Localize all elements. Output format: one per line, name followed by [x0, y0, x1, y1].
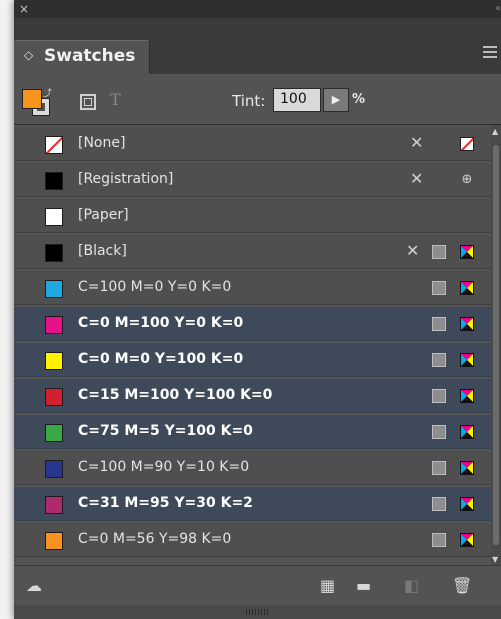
formatting-container-button[interactable]	[80, 94, 96, 110]
swatch-color-chip	[45, 424, 63, 442]
panel-footer: ☁ ▦ ▬ ◧ 🗑	[14, 565, 501, 606]
new-swatch-icon[interactable]: ◧	[404, 578, 419, 594]
swatch-color-chip	[45, 316, 63, 334]
scroll-up-icon[interactable]: ▲	[492, 127, 498, 136]
tab-label: Swatches	[44, 46, 136, 66]
swatch-name: [Black]	[78, 243, 127, 259]
swatch-list: [None] ✕ [Registration] ✕ ⊕ [Paper] [Black] ✕ C=…	[14, 124, 501, 566]
collapse-panel-icon[interactable]: ‹‹	[495, 1, 501, 17]
cmyk-mode-icon	[460, 425, 474, 439]
process-color-icon	[432, 497, 446, 511]
cmyk-mode-icon	[460, 461, 474, 475]
swatch-name: C=100 M=0 Y=0 K=0	[78, 279, 232, 295]
swatch-color-chip	[45, 136, 63, 154]
process-color-icon	[432, 317, 446, 331]
swatch-name: [Paper]	[78, 207, 129, 223]
panel-titlebar: × ‹‹	[14, 0, 501, 18]
tint-input[interactable]: 100	[273, 88, 321, 112]
swatch-row[interactable]: C=75 M=5 Y=100 K=0	[14, 415, 491, 449]
non-editable-icon: ✕	[406, 241, 420, 260]
swatch-color-chip	[45, 208, 63, 226]
none-swatch-icon	[460, 137, 474, 151]
registration-icon: ⊕	[461, 172, 473, 187]
panel-tabstrip: ◇ Swatches	[14, 18, 501, 74]
cmyk-mode-icon	[460, 317, 474, 331]
cloud-library-icon[interactable]: ☁	[26, 578, 42, 594]
swatch-color-chip	[45, 352, 63, 370]
swatch-color-chip	[45, 244, 63, 262]
swatch-row[interactable]: C=0 M=0 Y=100 K=0	[14, 343, 491, 377]
panel-menu-icon[interactable]	[483, 46, 497, 61]
swatch-color-chip	[45, 388, 63, 406]
close-icon[interactable]: ×	[19, 1, 29, 17]
swatch-name: C=100 M=90 Y=10 K=0	[78, 459, 250, 475]
tint-label: Tint:	[232, 92, 266, 110]
swatch-row[interactable]: [Registration] ✕ ⊕	[14, 163, 491, 197]
swatch-row[interactable]: [None] ✕	[14, 127, 491, 161]
cmyk-mode-icon	[460, 533, 474, 547]
cmyk-mode-icon	[460, 389, 474, 403]
non-editable-icon: ✕	[410, 169, 424, 188]
swap-fill-stroke-icon[interactable]: ⤴	[43, 86, 52, 99]
swatch-row[interactable]: C=15 M=100 Y=100 K=0	[14, 379, 491, 413]
delete-icon[interactable]: 🗑	[452, 578, 472, 594]
swatch-name: C=15 M=100 Y=100 K=0	[78, 387, 273, 403]
swatch-name: C=75 M=5 Y=100 K=0	[78, 423, 253, 439]
swatch-controls: ⤴ T Tint: 100 ▶ %	[14, 74, 501, 124]
swatch-row[interactable]: C=100 M=90 Y=10 K=0	[14, 451, 491, 485]
tab-options-icon[interactable]: ◇	[24, 48, 33, 62]
swatch-color-chip	[45, 280, 63, 298]
swatch-color-chip	[45, 496, 63, 514]
process-color-icon	[432, 533, 446, 547]
new-group-icon[interactable]: ▬	[356, 578, 371, 594]
swatch-color-chip	[45, 172, 63, 190]
swatch-name: C=0 M=56 Y=98 K=0	[78, 531, 232, 547]
process-color-icon	[432, 245, 446, 259]
swatch-row[interactable]: C=31 M=95 Y=30 K=2	[14, 487, 491, 521]
process-color-icon	[432, 461, 446, 475]
process-color-icon	[432, 353, 446, 367]
swatch-row[interactable]: [Paper]	[14, 199, 491, 233]
swatch-views-icon[interactable]: ▦	[320, 578, 335, 594]
swatch-color-chip	[45, 532, 63, 550]
swatch-row[interactable]: C=0 M=100 Y=0 K=0	[14, 307, 491, 341]
swatch-name: [None]	[78, 135, 126, 151]
swatch-row[interactable]: C=100 M=0 Y=0 K=0	[14, 271, 491, 305]
cmyk-mode-icon	[460, 245, 474, 259]
scroll-down-icon[interactable]: ▼	[492, 555, 498, 564]
tint-unit: %	[352, 92, 366, 107]
fill-swatch[interactable]	[22, 89, 42, 109]
fill-stroke-proxy[interactable]: ⤴	[22, 89, 52, 119]
cmyk-mode-icon	[460, 497, 474, 511]
tab-swatches[interactable]: ◇ Swatches	[14, 40, 150, 74]
swatch-name: C=0 M=0 Y=100 K=0	[78, 351, 244, 367]
cmyk-mode-icon	[460, 281, 474, 295]
tint-slider-button[interactable]: ▶	[323, 88, 349, 112]
swatch-color-chip	[45, 460, 63, 478]
cmyk-mode-icon	[460, 353, 474, 367]
swatches-panel: × ‹‹ ◇ Swatches ⤴ T Tint: 100 ▶ % [None]…	[14, 0, 501, 619]
swatch-name: C=0 M=100 Y=0 K=0	[78, 315, 244, 331]
scroll-thumb[interactable]	[493, 145, 499, 545]
non-editable-icon: ✕	[410, 133, 424, 152]
swatch-row[interactable]: [Black] ✕	[14, 235, 491, 269]
scrollbar[interactable]: ▲ ▼	[491, 125, 501, 566]
process-color-icon	[432, 425, 446, 439]
process-color-icon	[432, 389, 446, 403]
formatting-text-button[interactable]: T	[110, 90, 121, 109]
swatch-name: C=31 M=95 Y=30 K=2	[78, 495, 253, 511]
swatch-row[interactable]: C=0 M=56 Y=98 K=0	[14, 523, 491, 557]
process-color-icon	[432, 281, 446, 295]
swatch-name: [Registration]	[78, 171, 174, 187]
resize-grip[interactable]	[14, 605, 501, 619]
